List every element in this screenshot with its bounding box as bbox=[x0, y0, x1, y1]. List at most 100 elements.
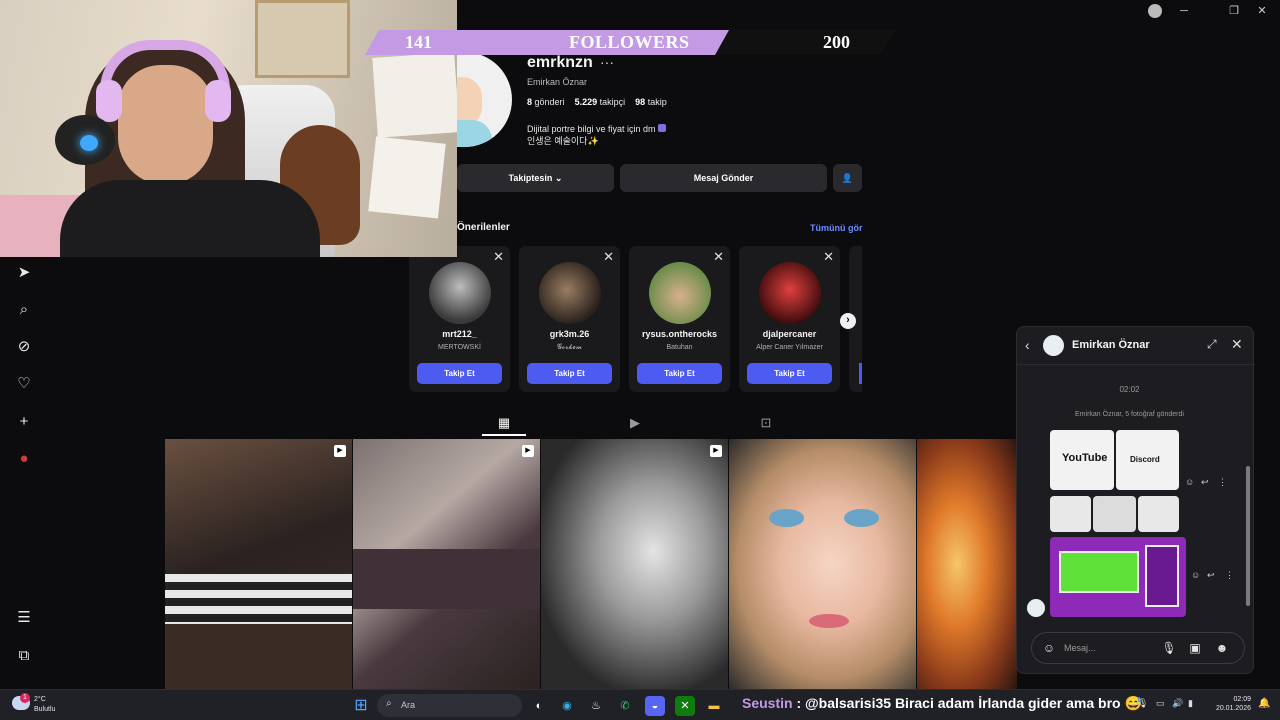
following-button[interactable]: Takiptesin ⌄ bbox=[457, 164, 614, 192]
taskbar-search-input[interactable] bbox=[401, 698, 511, 712]
followers-progress-track bbox=[715, 30, 895, 55]
profile-more-options-icon[interactable]: ··· bbox=[600, 54, 614, 70]
followers-goal: 200 bbox=[823, 32, 850, 52]
profile-full-name: Emirkan Öznar bbox=[527, 77, 588, 87]
add-person-icon[interactable]: 👤 bbox=[833, 164, 862, 192]
chat-contact-name[interactable]: Emirkan Öznar bbox=[1072, 339, 1150, 351]
photo-thumbnail[interactable] bbox=[1138, 496, 1179, 532]
suggestion-avatar[interactable] bbox=[539, 262, 601, 324]
maximize-icon[interactable]: ❐ bbox=[1226, 3, 1242, 19]
ticker-message: : @balsarisi35 Biraci adam İrlanda gider… bbox=[796, 695, 1142, 711]
image-icon[interactable]: ▣ bbox=[1187, 640, 1203, 656]
whatsapp-icon[interactable]: ✆ bbox=[615, 696, 635, 716]
suggestion-name[interactable]: rysus.ontherocks bbox=[629, 329, 730, 339]
chevron-right-icon[interactable]: › bbox=[840, 313, 856, 329]
send-icon[interactable]: ➤ bbox=[14, 263, 34, 283]
follow-button[interactable]: Takip Et bbox=[417, 363, 502, 384]
microphone-tray-icon[interactable]: 🎙 bbox=[1137, 698, 1148, 709]
post-thumbnail[interactable]: ▶ bbox=[353, 439, 540, 689]
close-window-icon[interactable]: ✕ bbox=[1254, 3, 1270, 19]
photo-discord[interactable]: Discord bbox=[1116, 430, 1179, 490]
volume-icon[interactable]: 🔊 bbox=[1172, 698, 1183, 709]
network-icon[interactable]: ▭ bbox=[1156, 698, 1165, 709]
suggestion-avatar[interactable] bbox=[759, 262, 821, 324]
taskbar-search[interactable]: ⌕ bbox=[377, 694, 522, 717]
expand-icon[interactable]: ⤢ bbox=[1207, 337, 1217, 352]
suggestion-name[interactable]: mrt212_ bbox=[409, 329, 510, 339]
see-all-link[interactable]: Tümünü gör bbox=[810, 223, 863, 233]
send-message-button[interactable]: Mesaj Gönder bbox=[620, 164, 827, 192]
profile-nav-icon[interactable]: ● bbox=[14, 449, 34, 469]
discord-icon[interactable]: ◒ bbox=[645, 696, 665, 716]
search-icon[interactable]: ⌕ bbox=[14, 300, 34, 320]
message-input-box[interactable]: ☺ 🎙 ▣ ☻ bbox=[1031, 632, 1245, 664]
emoji-icon[interactable]: ☺ bbox=[1041, 640, 1057, 656]
dismiss-icon[interactable]: ✕ bbox=[603, 249, 614, 265]
photo-youtube[interactable]: YouTube bbox=[1050, 430, 1114, 490]
suggestion-card: ✕ djalpercaner Alper Caner Yılmazer Taki… bbox=[739, 246, 840, 392]
followers-label[interactable]: takipçi bbox=[600, 97, 626, 107]
more-icon[interactable]: ⋮ bbox=[1218, 477, 1227, 488]
photo-thumbnail[interactable] bbox=[1093, 496, 1136, 532]
xbox-icon[interactable]: ✕ bbox=[675, 696, 695, 716]
followers-count[interactable]: 5.229 bbox=[575, 97, 598, 107]
create-icon[interactable]: + bbox=[14, 412, 34, 432]
profile-username: emrknzn bbox=[527, 54, 593, 71]
tagged-icon[interactable]: ⊡ bbox=[757, 414, 775, 432]
dismiss-icon[interactable]: ✕ bbox=[823, 249, 834, 265]
chat-ticker: Seustin : @balsarisi35 Biraci adam İrlan… bbox=[742, 695, 1142, 712]
follow-button[interactable]: Takip Et bbox=[527, 363, 612, 384]
heart-icon[interactable]: ♡ bbox=[14, 374, 34, 394]
suggestion-name[interactable]: grk3m.26 bbox=[519, 329, 620, 339]
followers-goal-bar: 141 FOLLOWERS 200 bbox=[365, 30, 895, 55]
following-count[interactable]: 98 bbox=[635, 97, 645, 107]
battery-icon[interactable]: ▮ bbox=[1188, 698, 1193, 709]
sticker-icon[interactable]: ☻ bbox=[1214, 640, 1230, 656]
suggestion-avatar[interactable] bbox=[649, 262, 711, 324]
react-icon[interactable]: ☺ bbox=[1191, 570, 1200, 580]
close-chat-icon[interactable]: ✕ bbox=[1231, 336, 1243, 353]
windows-start-icon[interactable]: ⊞ bbox=[351, 696, 371, 716]
follow-button[interactable]: Takip Et bbox=[637, 363, 722, 384]
microphone-icon[interactable]: 🎙 bbox=[1161, 640, 1177, 656]
following-label[interactable]: takip bbox=[648, 97, 667, 107]
post-thumbnail[interactable] bbox=[729, 439, 916, 689]
weather-widget[interactable]: 2°C Bulutlu bbox=[34, 695, 55, 715]
photo-green-screen[interactable] bbox=[1050, 537, 1186, 617]
reels-icon[interactable]: ▶ bbox=[626, 414, 644, 432]
file-explorer-icon[interactable]: ▬ bbox=[704, 696, 724, 716]
post-thumbnail[interactable] bbox=[917, 439, 1017, 689]
clock-date: 20.01.2026 bbox=[1215, 705, 1251, 712]
dismiss-icon[interactable]: ✕ bbox=[713, 249, 724, 265]
account-avatar[interactable] bbox=[1148, 4, 1162, 18]
react-icon[interactable]: ☺ bbox=[1185, 477, 1194, 487]
post-thumbnail[interactable]: ▶ bbox=[165, 439, 352, 689]
grid-icon[interactable]: ▦ bbox=[495, 414, 513, 432]
edge-icon[interactable]: ◉ bbox=[557, 696, 577, 716]
menu-icon[interactable]: ☰ bbox=[14, 608, 34, 628]
contact-avatar[interactable] bbox=[1043, 335, 1064, 356]
post-thumbnail[interactable]: ▶ bbox=[541, 439, 728, 689]
follow-button[interactable]: Takip Et bbox=[747, 363, 832, 384]
photo-thumbnail[interactable] bbox=[1050, 496, 1091, 532]
reply-icon[interactable]: ↩ bbox=[1207, 570, 1215, 581]
message-input[interactable] bbox=[1064, 641, 1154, 655]
dismiss-icon[interactable]: ✕ bbox=[493, 249, 504, 265]
minimize-icon[interactable]: ─ bbox=[1176, 3, 1192, 19]
bio-line-1: Dijital portre bilgi ve fiyat için dm bbox=[527, 123, 667, 135]
chat-scrollbar[interactable] bbox=[1246, 371, 1250, 621]
task-view-icon[interactable]: ◐ bbox=[529, 696, 549, 716]
profile-bio: Dijital portre bilgi ve fiyat için dm 인생… bbox=[527, 123, 667, 147]
explore-icon[interactable]: ⊘ bbox=[14, 337, 34, 357]
suggestion-name[interactable]: djalpercaner bbox=[739, 329, 840, 339]
suggestion-subtitle: Batuhan bbox=[666, 344, 693, 351]
more-apps-icon[interactable]: ⧉ bbox=[14, 646, 34, 666]
suggestion-avatar[interactable] bbox=[429, 262, 491, 324]
system-clock[interactable]: 02:09 20.01.2026 bbox=[1205, 695, 1251, 713]
notification-bell-icon[interactable]: 🔔 bbox=[1258, 698, 1270, 709]
reply-icon[interactable]: ↩ bbox=[1201, 477, 1209, 488]
reel-badge-icon: ▶ bbox=[334, 445, 346, 457]
more-icon[interactable]: ⋮ bbox=[1225, 570, 1234, 581]
back-icon[interactable]: ‹ bbox=[1025, 337, 1030, 353]
steam-icon[interactable]: ♨ bbox=[586, 696, 606, 716]
